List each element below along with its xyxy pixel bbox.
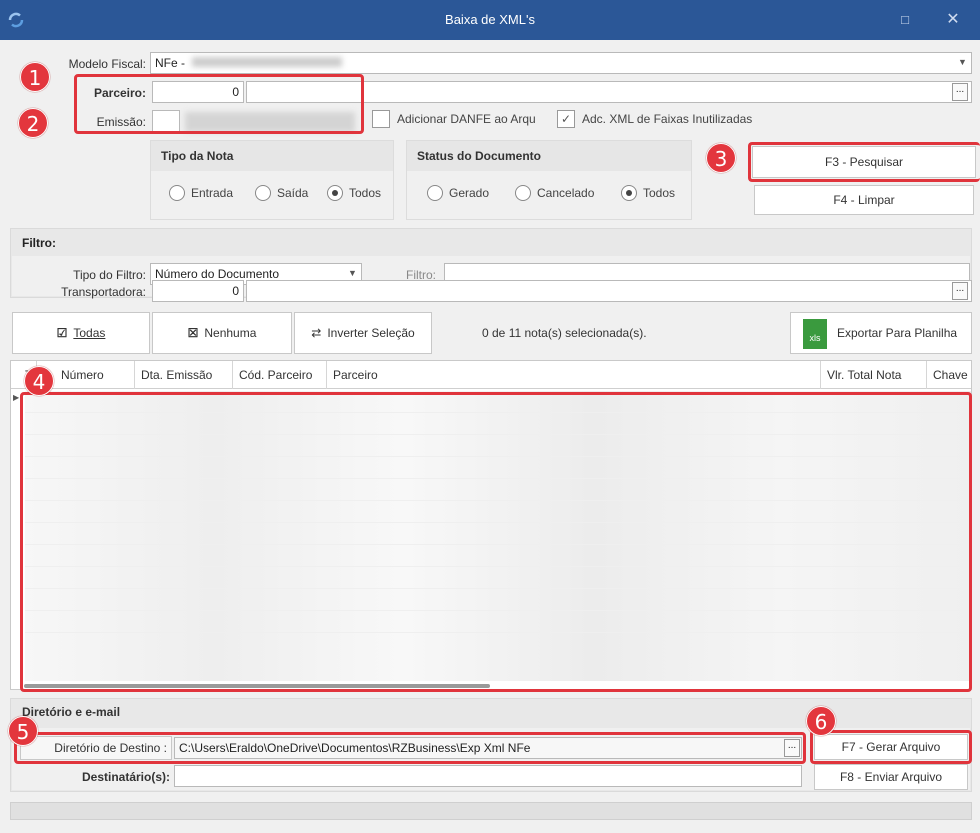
chevron-down-icon[interactable]: ▼ xyxy=(958,57,967,67)
selection-status: 0 de 11 nota(s) selecionada(s). xyxy=(482,326,647,340)
close-button[interactable]: ✕ xyxy=(938,8,968,32)
window-title: Baixa de XML's xyxy=(445,12,535,27)
radio-cancelado[interactable]: Cancelado xyxy=(515,185,594,201)
adc-xml-faixas-label: Adc. XML de Faixas Inutilizadas xyxy=(582,112,753,126)
radio-label: Cancelado xyxy=(537,186,595,200)
invert-selection-icon: ⇄ xyxy=(311,326,322,340)
diretorio-section-label: Diretório e e-mail xyxy=(22,705,121,719)
notes-grid[interactable]: T Número Dta. Emissão Cód. Parceiro Parc… xyxy=(10,360,972,690)
modelo-fiscal-select[interactable]: NFe - xyxy=(150,52,972,74)
nenhuma-button[interactable]: ☒ Nenhuma xyxy=(152,312,292,354)
col-cod-parceiro[interactable]: Cód. Parceiro xyxy=(233,361,327,389)
destinatarios-label: Destinatário(s): xyxy=(81,770,170,784)
col-vlr-total[interactable]: Vlr. Total Nota xyxy=(821,361,927,389)
pesquisar-button[interactable]: F3 - Pesquisar xyxy=(752,146,976,178)
emissao-start-field[interactable] xyxy=(152,110,180,132)
col-dta-emissao[interactable]: Dta. Emissão xyxy=(135,361,233,389)
transportadora-name-field[interactable] xyxy=(246,280,972,302)
exportar-planilha-button[interactable]: xls Exportar Para Planilha xyxy=(790,312,972,354)
annotation-badge-6: 6 xyxy=(806,706,836,736)
radio-label: Gerado xyxy=(449,186,490,200)
radio-label: Todos xyxy=(349,186,382,200)
checkbox-checked-icon: ☑ xyxy=(56,326,68,340)
radio-todos-nota[interactable]: Todos xyxy=(327,185,381,201)
transportadora-code-field[interactable]: 0 xyxy=(152,280,244,302)
emissao-blurred-dates xyxy=(185,112,355,132)
inverter-selecao-button[interactable]: ⇄ Inverter Seleção xyxy=(294,312,432,354)
gerar-arquivo-button[interactable]: F7 - Gerar Arquivo xyxy=(814,734,968,760)
maximize-button[interactable]: □ xyxy=(890,8,920,32)
radio-label: Entrada xyxy=(191,186,234,200)
todas-button[interactable]: ☑ Todas xyxy=(12,312,150,354)
parceiro-label: Parceiro: xyxy=(93,86,146,100)
adicionar-danfe-checkbox[interactable]: Adicionar DANFE ao Arqu xyxy=(372,110,536,128)
grid-header: T Número Dta. Emissão Cód. Parceiro Parc… xyxy=(11,361,971,389)
parceiro-name-field[interactable] xyxy=(246,81,972,103)
tipo-nota-group: Tipo da Nota Entrada Saída Todos xyxy=(150,140,394,220)
transportadora-lookup-button[interactable]: ... xyxy=(952,282,968,300)
diretorio-browse-button[interactable]: ... xyxy=(784,739,800,757)
annotation-badge-5: 5 xyxy=(8,716,38,746)
radio-label: Todos xyxy=(643,186,676,200)
radio-todos-status[interactable]: Todos xyxy=(621,185,675,201)
checkbox-cross-icon: ☒ xyxy=(187,326,199,340)
parceiro-code-field[interactable]: 0 xyxy=(152,81,244,103)
status-bar xyxy=(10,802,972,820)
col-parceiro[interactable]: Parceiro xyxy=(327,361,821,389)
chevron-down-icon[interactable]: ▼ xyxy=(348,268,357,278)
modelo-fiscal-value: NFe - xyxy=(155,56,185,70)
status-documento-group: Status do Documento Gerado Cancelado Tod… xyxy=(406,140,692,220)
tipo-nota-title: Tipo da Nota xyxy=(161,149,234,163)
diretorio-destino-field[interactable]: C:\Users\Eraldo\OneDrive\Documentos\RZBu… xyxy=(174,737,802,759)
enviar-arquivo-button[interactable]: F8 - Enviar Arquivo xyxy=(814,764,968,790)
radio-gerado[interactable]: Gerado xyxy=(427,185,489,201)
exportar-label: Exportar Para Planilha xyxy=(837,326,958,340)
adicionar-danfe-label: Adicionar DANFE ao Arqu xyxy=(397,112,536,126)
parceiro-lookup-button[interactable]: ... xyxy=(952,83,968,101)
title-bar: Baixa de XML's □ ✕ xyxy=(0,0,980,40)
filtro-section-label: Filtro: xyxy=(22,236,56,250)
emissao-label: Emissão: xyxy=(96,115,146,129)
status-documento-title: Status do Documento xyxy=(417,149,542,163)
grid-rows-blurred xyxy=(25,391,971,681)
diretorio-destino-button[interactable]: Diretório de Destino : xyxy=(20,736,172,760)
nenhuma-label: Nenhuma xyxy=(204,326,257,340)
blurred-value xyxy=(192,57,343,67)
checkbox-box xyxy=(372,110,390,128)
annotation-badge-3: 3 xyxy=(706,143,736,173)
inverter-label: Inverter Seleção xyxy=(327,326,415,340)
radio-saida[interactable]: Saída xyxy=(255,185,308,201)
destinatarios-field[interactable] xyxy=(174,765,802,787)
radio-circle xyxy=(169,185,185,201)
adc-xml-faixas-checkbox[interactable]: ✓ Adc. XML de Faixas Inutilizadas xyxy=(557,110,752,128)
annotation-badge-2: 2 xyxy=(18,108,48,138)
radio-circle xyxy=(255,185,271,201)
grid-horizontal-scrollbar[interactable] xyxy=(24,684,490,688)
col-numero[interactable]: Número xyxy=(55,361,135,389)
annotation-badge-1: 1 xyxy=(20,62,50,92)
radio-circle-selected xyxy=(621,185,637,201)
annotation-badge-4: 4 xyxy=(24,366,54,396)
radio-circle xyxy=(427,185,443,201)
row-pointer-icon: ▶ xyxy=(13,393,20,402)
todas-label: Todas xyxy=(73,326,106,340)
radio-label: Saída xyxy=(277,186,309,200)
radio-entrada[interactable]: Entrada xyxy=(169,185,233,201)
col-chave[interactable]: Chave xyxy=(927,361,973,389)
main-window: Baixa de XML's □ ✕ Modelo Fiscal: NFe - … xyxy=(0,0,980,833)
limpar-button[interactable]: F4 - Limpar xyxy=(754,185,974,215)
check-icon: ✓ xyxy=(557,110,575,128)
radio-circle-selected xyxy=(327,185,343,201)
tipo-filtro-label: Tipo do Filtro: xyxy=(73,268,146,282)
transportadora-label: Transportadora: xyxy=(61,285,146,299)
radio-circle xyxy=(515,185,531,201)
modelo-fiscal-label: Modelo Fiscal: xyxy=(68,57,146,71)
xls-icon: xls xyxy=(803,319,827,349)
